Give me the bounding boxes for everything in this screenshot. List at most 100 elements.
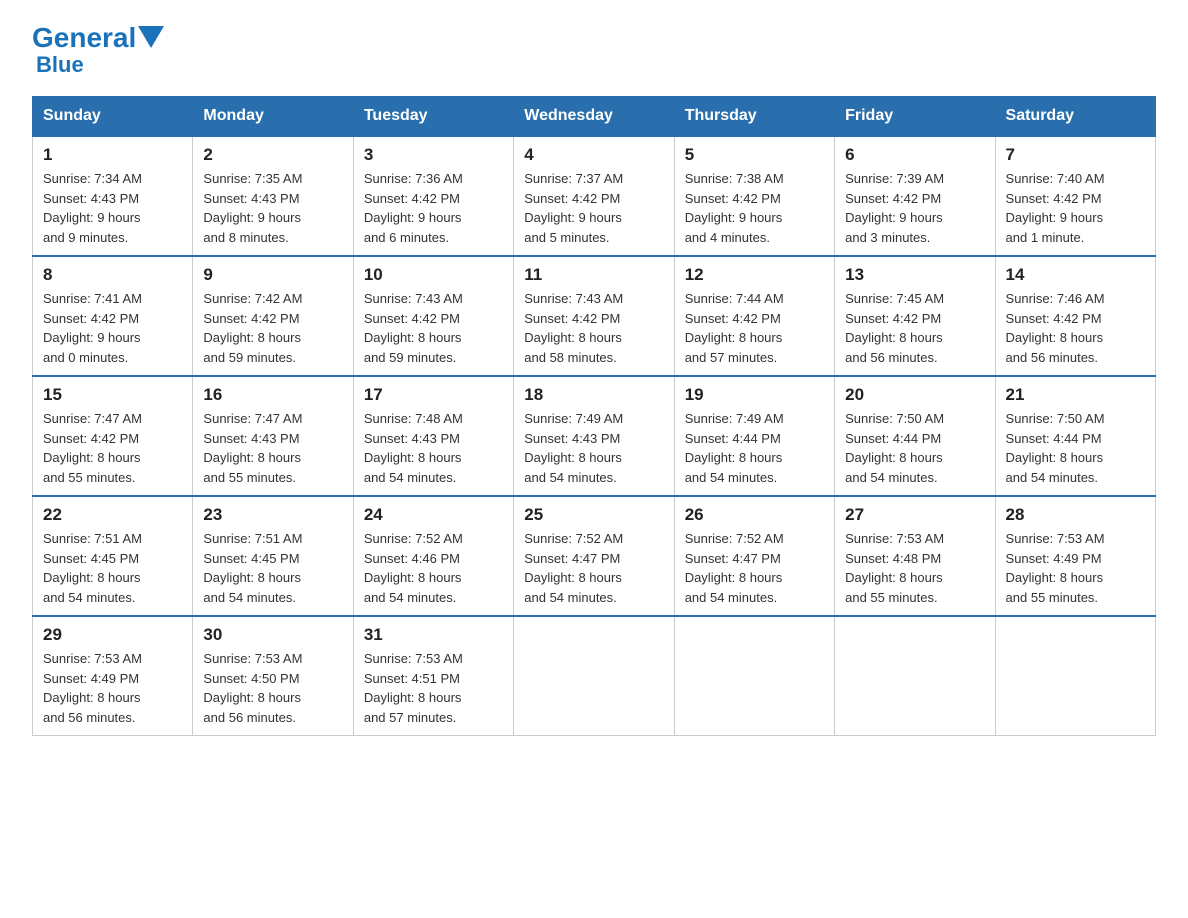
day-of-week-header: Tuesday (353, 97, 513, 137)
day-number: 19 (685, 385, 824, 405)
calendar-cell: 7 Sunrise: 7:40 AMSunset: 4:42 PMDayligh… (995, 136, 1155, 256)
day-number: 7 (1006, 145, 1145, 165)
logo-general: General (32, 24, 136, 52)
calendar-cell (674, 616, 834, 736)
header-row: SundayMondayTuesdayWednesdayThursdayFrid… (33, 97, 1156, 137)
calendar-cell: 29 Sunrise: 7:53 AMSunset: 4:49 PMDaylig… (33, 616, 193, 736)
day-info: Sunrise: 7:53 AMSunset: 4:49 PMDaylight:… (43, 651, 142, 725)
calendar-cell: 10 Sunrise: 7:43 AMSunset: 4:42 PMDaylig… (353, 256, 513, 376)
day-number: 8 (43, 265, 182, 285)
day-number: 24 (364, 505, 503, 525)
calendar-cell: 12 Sunrise: 7:44 AMSunset: 4:42 PMDaylig… (674, 256, 834, 376)
day-info: Sunrise: 7:52 AMSunset: 4:46 PMDaylight:… (364, 531, 463, 605)
day-info: Sunrise: 7:37 AMSunset: 4:42 PMDaylight:… (524, 171, 623, 245)
calendar-cell: 18 Sunrise: 7:49 AMSunset: 4:43 PMDaylig… (514, 376, 674, 496)
day-info: Sunrise: 7:53 AMSunset: 4:51 PMDaylight:… (364, 651, 463, 725)
calendar-cell: 24 Sunrise: 7:52 AMSunset: 4:46 PMDaylig… (353, 496, 513, 616)
day-info: Sunrise: 7:38 AMSunset: 4:42 PMDaylight:… (685, 171, 784, 245)
calendar-cell: 30 Sunrise: 7:53 AMSunset: 4:50 PMDaylig… (193, 616, 353, 736)
day-number: 6 (845, 145, 984, 165)
day-info: Sunrise: 7:50 AMSunset: 4:44 PMDaylight:… (1006, 411, 1105, 485)
day-number: 5 (685, 145, 824, 165)
day-number: 14 (1006, 265, 1145, 285)
calendar-cell: 31 Sunrise: 7:53 AMSunset: 4:51 PMDaylig… (353, 616, 513, 736)
calendar-cell (835, 616, 995, 736)
calendar-cell: 26 Sunrise: 7:52 AMSunset: 4:47 PMDaylig… (674, 496, 834, 616)
day-number: 28 (1006, 505, 1145, 525)
calendar-cell: 19 Sunrise: 7:49 AMSunset: 4:44 PMDaylig… (674, 376, 834, 496)
day-info: Sunrise: 7:47 AMSunset: 4:43 PMDaylight:… (203, 411, 302, 485)
calendar-cell: 21 Sunrise: 7:50 AMSunset: 4:44 PMDaylig… (995, 376, 1155, 496)
calendar-cell: 8 Sunrise: 7:41 AMSunset: 4:42 PMDayligh… (33, 256, 193, 376)
day-number: 11 (524, 265, 663, 285)
day-info: Sunrise: 7:51 AMSunset: 4:45 PMDaylight:… (203, 531, 302, 605)
calendar-cell: 3 Sunrise: 7:36 AMSunset: 4:42 PMDayligh… (353, 136, 513, 256)
day-number: 16 (203, 385, 342, 405)
calendar-cell: 5 Sunrise: 7:38 AMSunset: 4:42 PMDayligh… (674, 136, 834, 256)
day-info: Sunrise: 7:49 AMSunset: 4:44 PMDaylight:… (685, 411, 784, 485)
calendar-cell: 11 Sunrise: 7:43 AMSunset: 4:42 PMDaylig… (514, 256, 674, 376)
day-number: 13 (845, 265, 984, 285)
day-of-week-header: Saturday (995, 97, 1155, 137)
calendar-week-row: 8 Sunrise: 7:41 AMSunset: 4:42 PMDayligh… (33, 256, 1156, 376)
logo-blue: Blue (36, 52, 84, 78)
calendar-cell: 20 Sunrise: 7:50 AMSunset: 4:44 PMDaylig… (835, 376, 995, 496)
calendar-week-row: 15 Sunrise: 7:47 AMSunset: 4:42 PMDaylig… (33, 376, 1156, 496)
day-number: 15 (43, 385, 182, 405)
calendar-cell: 1 Sunrise: 7:34 AMSunset: 4:43 PMDayligh… (33, 136, 193, 256)
day-info: Sunrise: 7:41 AMSunset: 4:42 PMDaylight:… (43, 291, 142, 365)
day-of-week-header: Wednesday (514, 97, 674, 137)
calendar-cell (995, 616, 1155, 736)
day-number: 25 (524, 505, 663, 525)
logo-triangle-icon (138, 26, 164, 48)
day-number: 22 (43, 505, 182, 525)
day-info: Sunrise: 7:49 AMSunset: 4:43 PMDaylight:… (524, 411, 623, 485)
calendar-cell: 2 Sunrise: 7:35 AMSunset: 4:43 PMDayligh… (193, 136, 353, 256)
page-header: General Blue (32, 24, 1156, 78)
day-info: Sunrise: 7:34 AMSunset: 4:43 PMDaylight:… (43, 171, 142, 245)
calendar-week-row: 29 Sunrise: 7:53 AMSunset: 4:49 PMDaylig… (33, 616, 1156, 736)
day-info: Sunrise: 7:36 AMSunset: 4:42 PMDaylight:… (364, 171, 463, 245)
calendar-cell: 13 Sunrise: 7:45 AMSunset: 4:42 PMDaylig… (835, 256, 995, 376)
calendar-cell: 14 Sunrise: 7:46 AMSunset: 4:42 PMDaylig… (995, 256, 1155, 376)
calendar-cell: 4 Sunrise: 7:37 AMSunset: 4:42 PMDayligh… (514, 136, 674, 256)
day-info: Sunrise: 7:47 AMSunset: 4:42 PMDaylight:… (43, 411, 142, 485)
day-number: 26 (685, 505, 824, 525)
day-number: 1 (43, 145, 182, 165)
calendar-cell: 22 Sunrise: 7:51 AMSunset: 4:45 PMDaylig… (33, 496, 193, 616)
day-number: 20 (845, 385, 984, 405)
calendar-cell: 6 Sunrise: 7:39 AMSunset: 4:42 PMDayligh… (835, 136, 995, 256)
calendar-cell: 9 Sunrise: 7:42 AMSunset: 4:42 PMDayligh… (193, 256, 353, 376)
day-of-week-header: Friday (835, 97, 995, 137)
day-info: Sunrise: 7:43 AMSunset: 4:42 PMDaylight:… (364, 291, 463, 365)
day-number: 29 (43, 625, 182, 645)
calendar-cell (514, 616, 674, 736)
day-info: Sunrise: 7:39 AMSunset: 4:42 PMDaylight:… (845, 171, 944, 245)
day-of-week-header: Monday (193, 97, 353, 137)
day-number: 10 (364, 265, 503, 285)
day-info: Sunrise: 7:53 AMSunset: 4:50 PMDaylight:… (203, 651, 302, 725)
day-info: Sunrise: 7:43 AMSunset: 4:42 PMDaylight:… (524, 291, 623, 365)
calendar-cell: 27 Sunrise: 7:53 AMSunset: 4:48 PMDaylig… (835, 496, 995, 616)
day-number: 12 (685, 265, 824, 285)
day-info: Sunrise: 7:51 AMSunset: 4:45 PMDaylight:… (43, 531, 142, 605)
day-info: Sunrise: 7:48 AMSunset: 4:43 PMDaylight:… (364, 411, 463, 485)
day-number: 18 (524, 385, 663, 405)
calendar-week-row: 22 Sunrise: 7:51 AMSunset: 4:45 PMDaylig… (33, 496, 1156, 616)
calendar-table: SundayMondayTuesdayWednesdayThursdayFrid… (32, 96, 1156, 736)
day-info: Sunrise: 7:44 AMSunset: 4:42 PMDaylight:… (685, 291, 784, 365)
day-info: Sunrise: 7:52 AMSunset: 4:47 PMDaylight:… (685, 531, 784, 605)
day-info: Sunrise: 7:45 AMSunset: 4:42 PMDaylight:… (845, 291, 944, 365)
day-info: Sunrise: 7:35 AMSunset: 4:43 PMDaylight:… (203, 171, 302, 245)
day-number: 31 (364, 625, 503, 645)
calendar-week-row: 1 Sunrise: 7:34 AMSunset: 4:43 PMDayligh… (33, 136, 1156, 256)
day-info: Sunrise: 7:46 AMSunset: 4:42 PMDaylight:… (1006, 291, 1105, 365)
day-number: 30 (203, 625, 342, 645)
day-number: 27 (845, 505, 984, 525)
day-number: 2 (203, 145, 342, 165)
day-of-week-header: Sunday (33, 97, 193, 137)
day-number: 23 (203, 505, 342, 525)
calendar-cell: 23 Sunrise: 7:51 AMSunset: 4:45 PMDaylig… (193, 496, 353, 616)
calendar-cell: 15 Sunrise: 7:47 AMSunset: 4:42 PMDaylig… (33, 376, 193, 496)
day-number: 17 (364, 385, 503, 405)
